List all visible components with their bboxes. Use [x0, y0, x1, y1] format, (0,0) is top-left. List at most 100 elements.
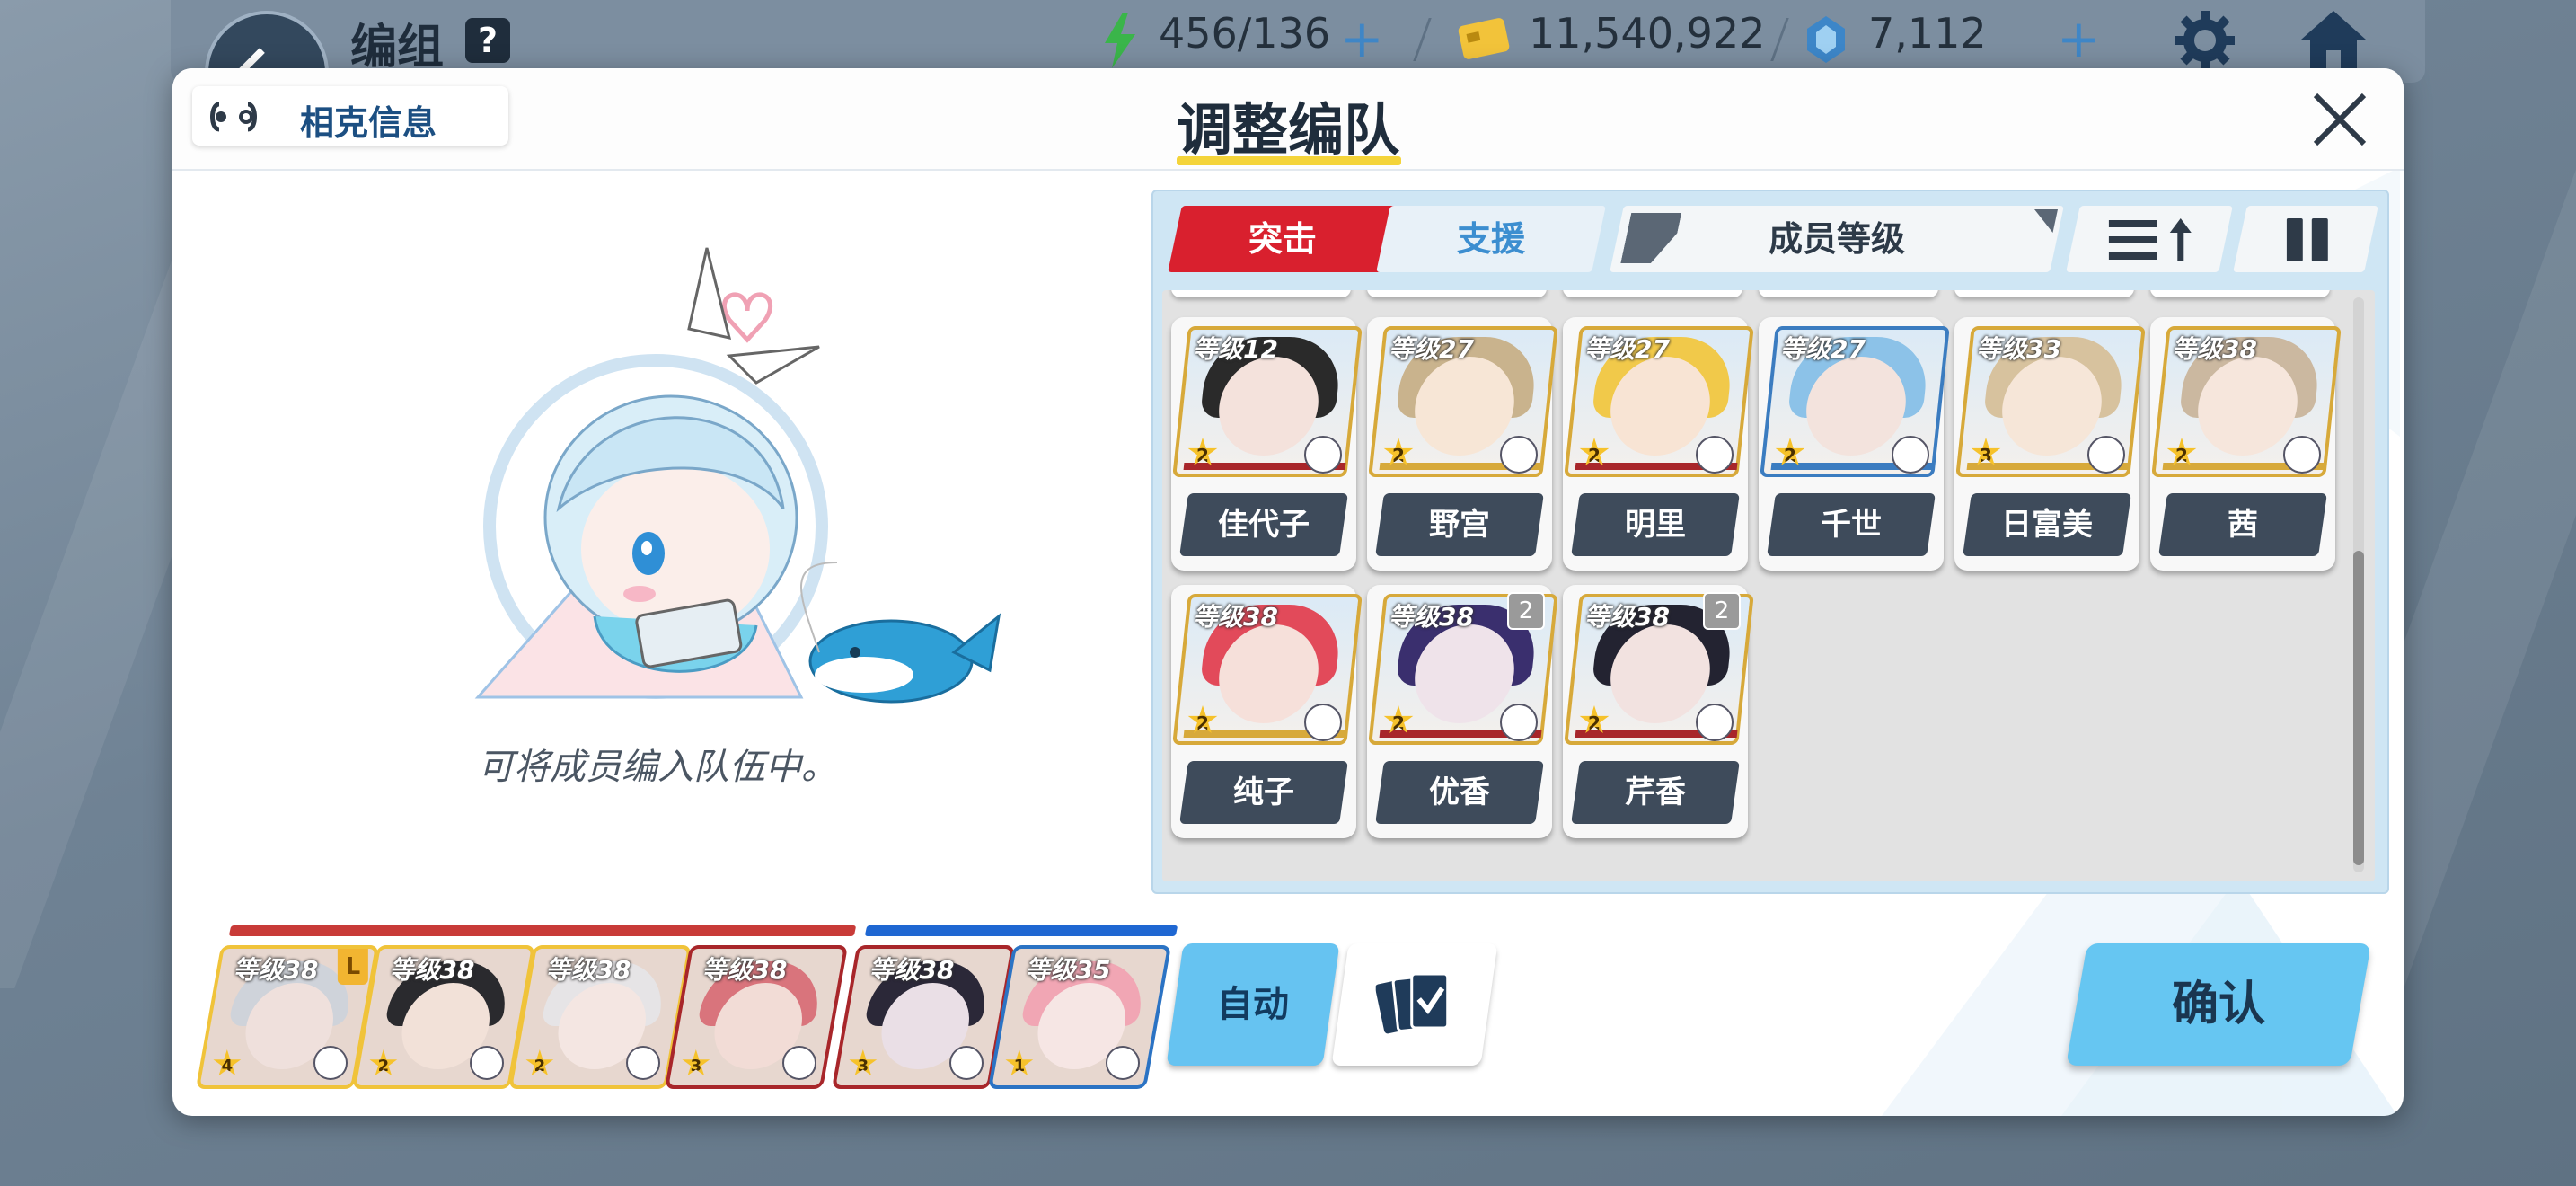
student-level: 等级33 — [1976, 334, 2061, 364]
adjust-team-modal: 相克信息 调整编队 可将成员编入队伍中。 突击 支援 成员等级 等级12 2 佳… — [172, 68, 2404, 1116]
student-card[interactable]: 等级12 2 佳代子 — [1171, 317, 1363, 571]
slot-level: 等级38 — [389, 955, 475, 985]
duplicate-count-badge: 2 — [1703, 592, 1741, 630]
student-card[interactable]: 等级33 3 日富美 — [1954, 317, 2146, 571]
role-icon — [313, 1046, 348, 1080]
auto-button-label: 自动 — [1217, 984, 1289, 1025]
slot-level: 等级38 — [233, 955, 319, 985]
student-card[interactable]: 等级38 2 2 优香 — [1367, 585, 1558, 838]
student-name-plate: 佳代子 — [1179, 493, 1348, 556]
title-underline — [1177, 156, 1401, 165]
dropdown-corner-icon — [2029, 209, 2059, 233]
view-toggle-button[interactable] — [2233, 206, 2378, 272]
striker-slot[interactable]: 等级38 3 — [664, 945, 849, 1089]
slot-level: 等级38 — [701, 955, 788, 985]
student-level: 等级38 — [2172, 334, 2257, 364]
special-slot[interactable]: 等级38 3 — [831, 945, 1016, 1089]
star-icon: 1 — [1005, 1049, 1034, 1078]
tab-support[interactable]: 支援 — [1376, 206, 1606, 272]
role-icon — [1696, 436, 1734, 474]
column-view-icon — [2286, 218, 2328, 261]
home-icon[interactable] — [2299, 9, 2368, 72]
slot-level: 等级35 — [1025, 955, 1111, 985]
close-icon[interactable] — [2308, 88, 2371, 151]
cards-check-icon — [1375, 972, 1450, 1034]
duplicate-count-badge: 2 — [1507, 592, 1545, 630]
student-name-plate: 明里 — [1571, 493, 1740, 556]
student-card[interactable]: 等级38 2 2 芹香 — [1563, 585, 1754, 838]
filter-label: 成员等级 — [1768, 219, 1905, 259]
role-icon — [782, 1046, 817, 1080]
student-name: 佳代子 — [1218, 507, 1310, 543]
star-icon: 3 — [849, 1049, 878, 1078]
stamina-add-button[interactable]: + — [1340, 13, 1384, 65]
student-name: 日富美 — [2001, 507, 2093, 543]
auto-button[interactable]: 自动 — [1166, 943, 1340, 1066]
student-name: 明里 — [1625, 507, 1686, 543]
student-level: 等级38 — [1584, 602, 1670, 632]
student-name: 千世 — [1821, 507, 1882, 543]
pyroxene-icon — [1807, 16, 1845, 63]
filter-button[interactable]: 成员等级 — [1610, 206, 2064, 272]
student-name: 芹香 — [1625, 774, 1686, 810]
strike-team-line — [228, 925, 857, 936]
scrollbar-thumb[interactable] — [2353, 551, 2364, 865]
sort-order-button[interactable] — [2066, 206, 2233, 272]
student-level: 等级38 — [1389, 602, 1474, 632]
sort-ascending-icon — [2108, 218, 2192, 261]
credits-value: 11,540,922 — [1529, 9, 1766, 58]
tab-assault-label: 突击 — [1248, 219, 1317, 259]
star-icon: 4 — [213, 1049, 242, 1078]
student-name: 纯子 — [1233, 774, 1294, 810]
roster-grid[interactable]: 等级12 2 佳代子 等级27 2 野宫 等级27 2 明里 等级27 2 千世 等级33 3 日富美 等级3… — [1162, 290, 2375, 881]
striker-slot[interactable]: 等级38 L 4 — [195, 945, 380, 1089]
student-level: 等级27 — [1780, 334, 1866, 364]
deck-preset-button[interactable] — [1331, 943, 1498, 1066]
confirm-button[interactable]: 确认 — [2066, 943, 2371, 1066]
star-icon: 2 — [369, 1049, 398, 1078]
gear-icon[interactable] — [2174, 9, 2236, 72]
slot-level: 等级38 — [869, 955, 955, 985]
student-name: 野宫 — [1429, 507, 1490, 543]
special-slot[interactable]: 等级35 1 — [987, 945, 1172, 1089]
student-name-plate: 野宫 — [1375, 493, 1544, 556]
striker-slot[interactable]: 等级38 2 — [507, 945, 693, 1089]
modal-title: 调整编队 — [1176, 97, 1399, 163]
student-card[interactable]: 等级27 2 明里 — [1563, 317, 1754, 571]
help-button[interactable]: ? — [465, 18, 510, 63]
role-icon — [1304, 704, 1342, 741]
student-name-plate: 茜 — [2158, 493, 2327, 556]
role-icon — [2087, 436, 2125, 474]
modal-header: 相克信息 调整编队 — [172, 68, 2404, 171]
slot-level: 等级38 — [545, 955, 631, 985]
student-name-plate: 纯子 — [1179, 761, 1348, 824]
confirm-button-label: 确认 — [2171, 978, 2265, 1031]
empty-team-hint: 可将成员编入队伍中。 — [478, 747, 837, 788]
student-level: 等级38 — [1193, 602, 1278, 632]
student-card[interactable]: 等级38 2 茜 — [2150, 317, 2342, 571]
student-name-plate: 日富美 — [1963, 493, 2131, 556]
student-name-plate: 千世 — [1767, 493, 1936, 556]
tab-assault[interactable]: 突击 — [1168, 206, 1398, 272]
gems-add-button[interactable]: + — [2057, 13, 2101, 65]
stamina-value: 456/136 — [1159, 9, 1331, 58]
role-icon — [626, 1046, 661, 1080]
student-level: 等级12 — [1193, 334, 1278, 364]
student-card[interactable]: 等级38 2 纯子 — [1171, 585, 1363, 838]
role-icon — [2283, 436, 2321, 474]
role-icon — [470, 1046, 505, 1080]
student-name-plate: 芹香 — [1571, 761, 1740, 824]
student-level: 等级27 — [1389, 334, 1474, 364]
role-icon — [949, 1046, 984, 1080]
page-title: 编组 — [350, 21, 445, 75]
role-icon — [1500, 436, 1538, 474]
student-card[interactable]: 等级27 2 野宫 — [1367, 317, 1558, 571]
credit-card-icon — [1458, 18, 1510, 59]
student-name-plate: 优香 — [1375, 761, 1544, 824]
role-icon — [1500, 704, 1538, 741]
student-card[interactable]: 等级27 2 千世 — [1759, 317, 1950, 571]
student-level: 等级27 — [1584, 334, 1670, 364]
leader-badge: L — [337, 949, 368, 985]
mascot-illustration — [474, 247, 1001, 704]
striker-slot[interactable]: 等级38 2 — [351, 945, 536, 1089]
